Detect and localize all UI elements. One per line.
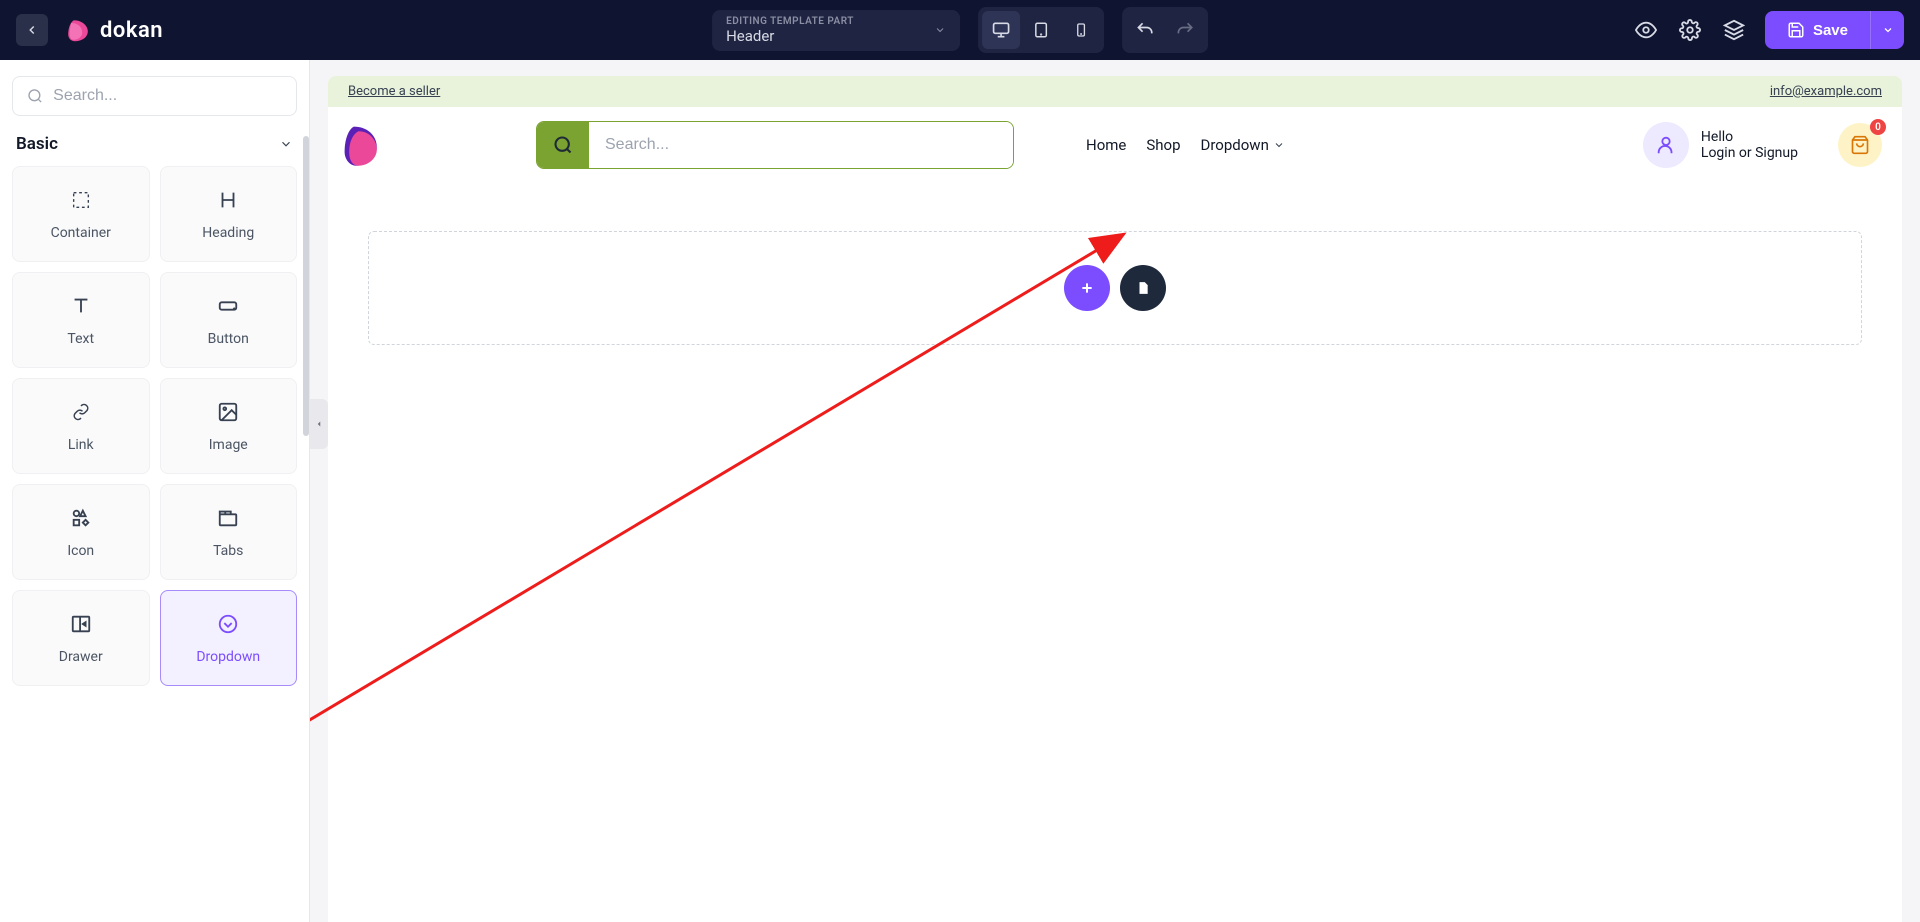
shopping-bag-icon <box>1850 135 1870 155</box>
add-template-button[interactable] <box>1120 265 1166 311</box>
image-icon <box>217 401 239 423</box>
user-greeting: Hello <box>1701 129 1798 145</box>
device-switcher <box>978 7 1104 53</box>
undo-icon <box>1135 20 1155 40</box>
chevron-down-icon <box>1273 139 1285 151</box>
site-logo <box>340 122 386 168</box>
widget-tabs[interactable]: Tabs <box>160 484 298 580</box>
dropzone[interactable] <box>368 231 1862 345</box>
widget-label: Link <box>68 437 94 453</box>
chevron-down-icon <box>279 137 293 151</box>
save-icon <box>1787 21 1805 39</box>
chevron-down-icon <box>1882 24 1894 36</box>
dropdown-icon <box>217 613 239 635</box>
widget-heading[interactable]: Heading <box>160 166 298 262</box>
preview-button[interactable] <box>1633 17 1659 43</box>
eye-icon <box>1635 19 1657 41</box>
template-selector[interactable]: EDITING TEMPLATE PART Header <box>712 10 960 51</box>
widget-label: Icon <box>67 543 94 559</box>
user-avatar[interactable] <box>1643 122 1689 168</box>
button-icon <box>217 295 239 317</box>
widget-label: Drawer <box>59 649 103 665</box>
announcement-bar: Become a seller info@example.com <box>328 76 1902 107</box>
shapes-icon <box>70 507 92 529</box>
widget-label: Text <box>67 331 94 347</box>
widget-label: Heading <box>202 225 254 241</box>
canvas: Become a seller info@example.com Home Sh… <box>310 60 1920 922</box>
nav-home[interactable]: Home <box>1086 136 1126 154</box>
main-nav: Home Shop Dropdown <box>1086 136 1285 154</box>
widget-label: Button <box>208 331 249 347</box>
save-dropdown[interactable] <box>1870 11 1904 49</box>
widget-link[interactable]: Link <box>12 378 150 474</box>
caret-left-icon <box>314 419 324 429</box>
text-icon <box>70 295 92 317</box>
widget-dropdown[interactable]: Dropdown <box>160 590 298 686</box>
gear-icon <box>1679 19 1701 41</box>
undo-button[interactable] <box>1126 11 1164 49</box>
site-search-input[interactable] <box>589 122 1013 168</box>
collapse-sidebar[interactable] <box>310 399 328 449</box>
widget-text[interactable]: Text <box>12 272 150 368</box>
redo-button[interactable] <box>1166 11 1204 49</box>
widget-label: Image <box>209 437 248 453</box>
site-search <box>536 121 1014 169</box>
site-header: Home Shop Dropdown Hello Login or Signup <box>328 107 1902 183</box>
user-block: Hello Login or Signup 0 <box>1643 122 1882 168</box>
become-seller-link[interactable]: Become a seller <box>348 84 440 99</box>
search-submit[interactable] <box>537 122 589 168</box>
cart-badge: 0 <box>1870 119 1886 135</box>
layers-icon <box>1723 19 1745 41</box>
history-controls <box>1122 7 1208 53</box>
widget-label: Tabs <box>213 543 243 559</box>
element-search[interactable] <box>12 76 297 116</box>
drawer-icon <box>70 613 92 635</box>
settings-button[interactable] <box>1677 17 1703 43</box>
user-login-link[interactable]: Login or Signup <box>1701 145 1798 161</box>
save-label: Save <box>1813 22 1848 39</box>
page-icon <box>1136 279 1150 297</box>
search-icon <box>27 87 43 105</box>
cart-button[interactable]: 0 <box>1838 123 1882 167</box>
plus-icon <box>1079 280 1095 296</box>
widget-image[interactable]: Image <box>160 378 298 474</box>
search-input[interactable] <box>53 87 282 105</box>
widget-label: Dropdown <box>196 649 260 665</box>
section-title: Basic <box>16 134 58 154</box>
elements-sidebar: Basic Container Heading Text Button <box>0 60 310 922</box>
nav-shop[interactable]: Shop <box>1146 136 1180 154</box>
template-value: Header <box>726 27 854 45</box>
link-icon <box>69 403 93 421</box>
widget-label: Container <box>51 225 111 241</box>
device-mobile[interactable] <box>1062 11 1100 49</box>
scrollbar[interactable] <box>303 136 309 436</box>
template-label: EDITING TEMPLATE PART <box>726 16 854 27</box>
nav-dropdown[interactable]: Dropdown <box>1201 136 1285 154</box>
search-icon <box>553 135 573 155</box>
container-icon <box>70 189 92 211</box>
widget-container[interactable]: Container <box>12 166 150 262</box>
app-logo: dokan <box>64 16 163 44</box>
save-button[interactable]: Save <box>1765 11 1870 49</box>
add-block-button[interactable] <box>1064 265 1110 311</box>
tablet-icon <box>1032 21 1050 39</box>
widget-icon[interactable]: Icon <box>12 484 150 580</box>
section-basic[interactable]: Basic <box>12 116 297 166</box>
desktop-icon <box>991 20 1011 40</box>
heading-icon <box>217 189 239 211</box>
mobile-icon <box>1073 21 1089 39</box>
user-icon <box>1655 134 1677 156</box>
widget-button[interactable]: Button <box>160 272 298 368</box>
device-desktop[interactable] <box>982 11 1020 49</box>
logo-text: dokan <box>100 18 163 43</box>
contact-email-link[interactable]: info@example.com <box>1770 84 1882 99</box>
chevron-down-icon <box>934 24 946 36</box>
layers-button[interactable] <box>1721 17 1747 43</box>
widget-drawer[interactable]: Drawer <box>12 590 150 686</box>
device-tablet[interactable] <box>1022 11 1060 49</box>
tabs-icon <box>217 507 239 529</box>
redo-icon <box>1175 20 1195 40</box>
back-button[interactable] <box>16 14 48 46</box>
